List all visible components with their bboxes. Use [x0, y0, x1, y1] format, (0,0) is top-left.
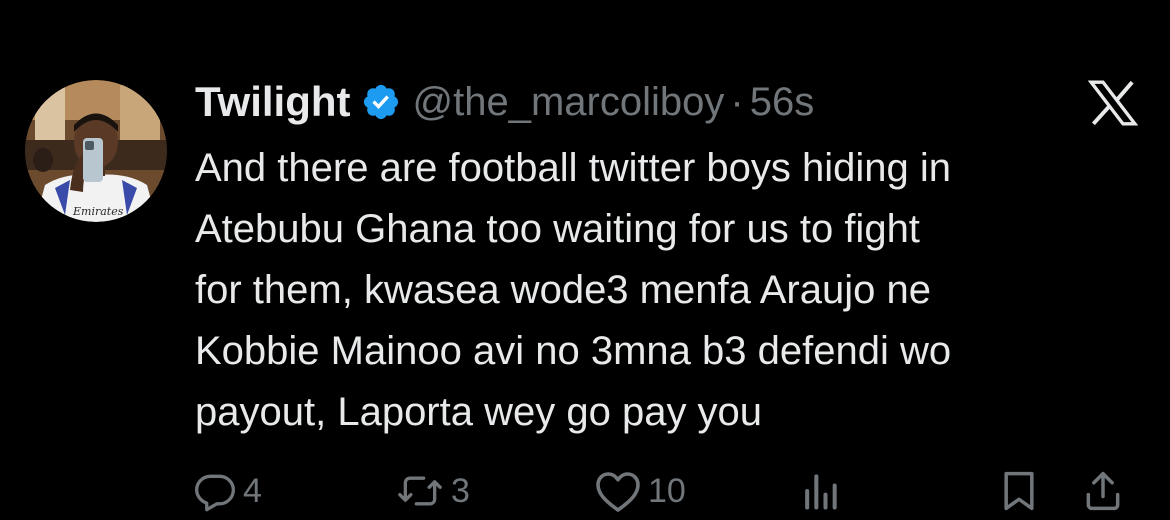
- repost-icon: [398, 476, 442, 506]
- separator-dot: ·: [730, 79, 744, 124]
- timestamp[interactable]: 56s: [750, 80, 815, 125]
- repost-button[interactable]: 3: [395, 462, 470, 520]
- avatar[interactable]: Emirates: [25, 80, 167, 222]
- tweet-text: And there are football twitter boys hidi…: [195, 146, 952, 434]
- share-button[interactable]: [1082, 462, 1124, 520]
- bookmark-icon: [1004, 471, 1034, 511]
- reply-button[interactable]: 4: [193, 462, 262, 520]
- bookmark-button[interactable]: [1000, 462, 1038, 520]
- share-icon: [1086, 471, 1120, 511]
- reply-count: 4: [243, 471, 262, 510]
- verified-badge-icon: [363, 84, 398, 120]
- heart-icon: [596, 472, 640, 512]
- action-bar: 4 3 10: [0, 462, 1170, 520]
- share-icon-clipped: [1060, 0, 1100, 6]
- tweet-header: Twilight @the_marcoliboy · 56s: [195, 72, 814, 132]
- user-handle[interactable]: @the_marcoliboy: [413, 80, 725, 125]
- like-count: 10: [648, 471, 686, 510]
- avatar-jersey-text: Emirates: [72, 205, 124, 218]
- x-logo-icon: [1088, 80, 1138, 126]
- analytics-icon: [805, 474, 837, 510]
- like-button[interactable]: 10: [594, 462, 686, 520]
- views-button[interactable]: [800, 462, 840, 520]
- display-name[interactable]: Twilight: [195, 78, 351, 126]
- repost-count: 3: [451, 471, 470, 510]
- reply-icon: [195, 474, 235, 512]
